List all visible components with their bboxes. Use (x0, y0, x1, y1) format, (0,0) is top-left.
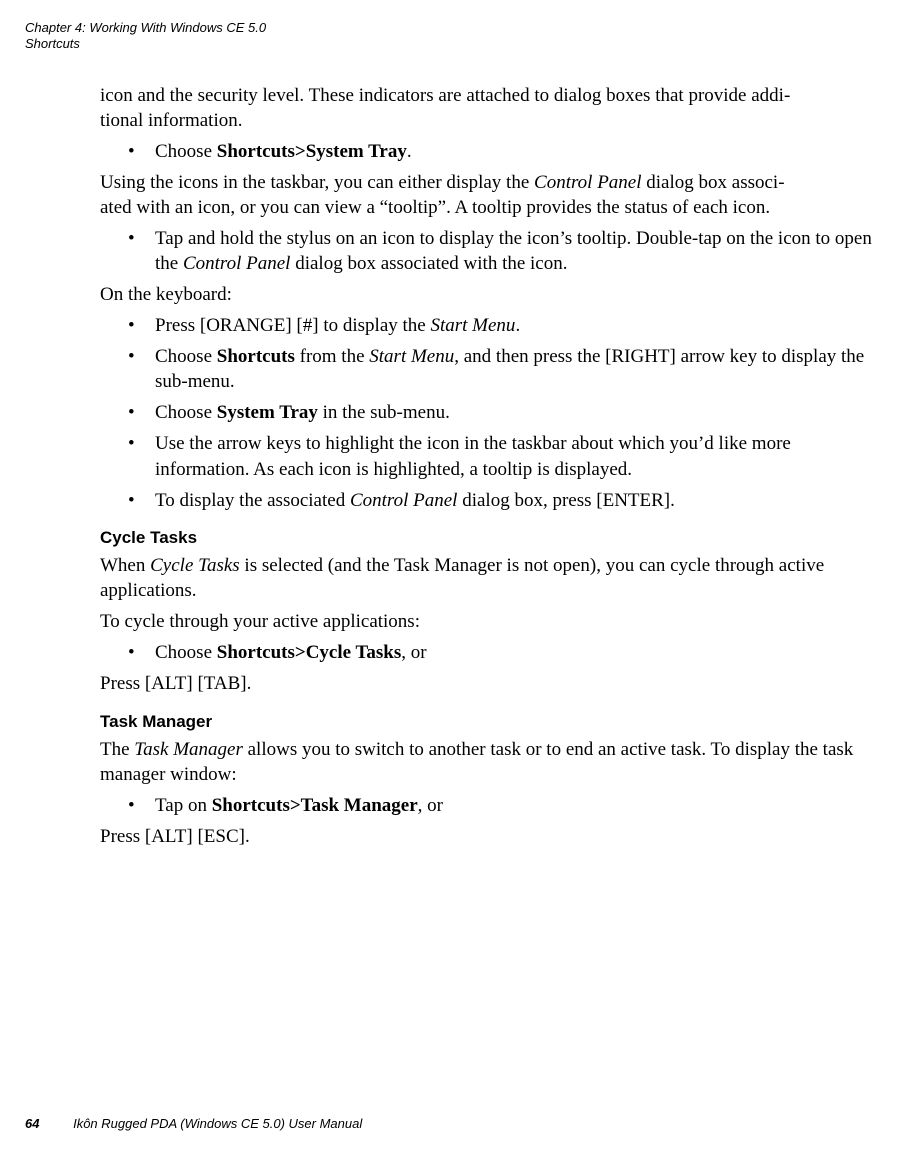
italic-text: Start Menu (430, 315, 515, 336)
list-item: Press [ORANGE] [#] to display the Start … (100, 313, 887, 338)
page-header: Chapter 4: Working With Windows CE 5.0 S… (25, 20, 892, 53)
text: Tap on (155, 795, 212, 816)
italic-text: Task Manager (134, 739, 243, 760)
list: Tap and hold the stylus on an icon to di… (100, 226, 887, 276)
paragraph: icon and the security level. These indic… (100, 83, 887, 133)
paragraph: The Task Manager allows you to switch to… (100, 737, 887, 787)
text: in the sub-menu. (318, 402, 450, 423)
list: Choose Shortcuts>Cycle Tasks, or (100, 640, 887, 665)
paragraph: When Cycle Tasks is selected (and the Ta… (100, 553, 887, 603)
text: To display the associated (155, 490, 350, 511)
paragraph: Using the icons in the taskbar, you can … (100, 170, 887, 220)
bold-text: Shortcuts (217, 346, 295, 367)
italic-text: Control Panel (183, 253, 291, 274)
text: , or (418, 795, 443, 816)
list: Press [ORANGE] [#] to display the Start … (100, 313, 887, 513)
footer-title: Ikôn Rugged PDA (Windows CE 5.0) User Ma… (73, 1116, 362, 1131)
text: dialog box, press [ENTER]. (457, 490, 674, 511)
bold-text: Shortcuts>Cycle Tasks (217, 642, 402, 663)
italic-text: Start Menu (369, 346, 454, 367)
paragraph: Press [ALT] [TAB]. (100, 671, 887, 696)
text: . (407, 141, 412, 162)
text: Using the icons in the taskbar, you can … (100, 172, 534, 193)
list-item: Use the arrow keys to highlight the icon… (100, 431, 887, 481)
text: The (100, 739, 134, 760)
text: . (515, 315, 520, 336)
text: When (100, 555, 150, 576)
paragraph: Press [ALT] [ESC]. (100, 824, 887, 849)
header-chapter: Chapter 4: Working With Windows CE 5.0 (25, 20, 892, 36)
text: from the (295, 346, 369, 367)
text: Choose (155, 141, 217, 162)
section-heading-task-manager: Task Manager (100, 711, 887, 733)
text: tional information. (100, 110, 242, 131)
text: Choose (155, 346, 217, 367)
bold-text: Shortcuts>System Tray (217, 141, 407, 162)
list: Tap on Shortcuts>Task Manager, or (100, 793, 887, 818)
text: ated with an icon, or you can view a “to… (100, 197, 770, 218)
text: Choose (155, 402, 217, 423)
text: , or (401, 642, 426, 663)
bold-text: System Tray (217, 402, 318, 423)
main-content: icon and the security level. These indic… (100, 83, 887, 850)
page-footer: 64 Ikôn Rugged PDA (Windows CE 5.0) User… (25, 1116, 362, 1131)
header-section: Shortcuts (25, 36, 892, 52)
text: dialog box associated with the icon. (290, 253, 567, 274)
list: Choose Shortcuts>System Tray. (100, 139, 887, 164)
italic-text: Cycle Tasks (150, 555, 240, 576)
italic-text: Control Panel (350, 490, 458, 511)
page: Chapter 4: Working With Windows CE 5.0 S… (0, 0, 917, 1161)
italic-text: Control Panel (534, 172, 642, 193)
text: dialog box associ (642, 172, 779, 193)
paragraph: On the keyboard: (100, 282, 887, 307)
list-item: Choose Shortcuts from the Start Menu, an… (100, 344, 887, 394)
list-item: Tap and hold the stylus on an icon to di… (100, 226, 887, 276)
list-item: Choose Shortcuts>Cycle Tasks, or (100, 640, 887, 665)
text: Choose (155, 642, 217, 663)
section-heading-cycle-tasks: Cycle Tasks (100, 527, 887, 549)
page-number: 64 (25, 1116, 39, 1131)
list-item: Choose System Tray in the sub-menu. (100, 400, 887, 425)
text: Use the arrow keys to highlight the icon… (155, 433, 791, 479)
list-item: To display the associated Control Panel … (100, 488, 887, 513)
bold-text: Shortcuts>Task Manager (212, 795, 418, 816)
paragraph: To cycle through your active application… (100, 609, 887, 634)
list-item: Choose Shortcuts>System Tray. (100, 139, 887, 164)
text: Press [ORANGE] [#] to display the (155, 315, 430, 336)
text: icon and the security level. These indic… (100, 85, 784, 106)
list-item: Tap on Shortcuts>Task Manager, or (100, 793, 887, 818)
